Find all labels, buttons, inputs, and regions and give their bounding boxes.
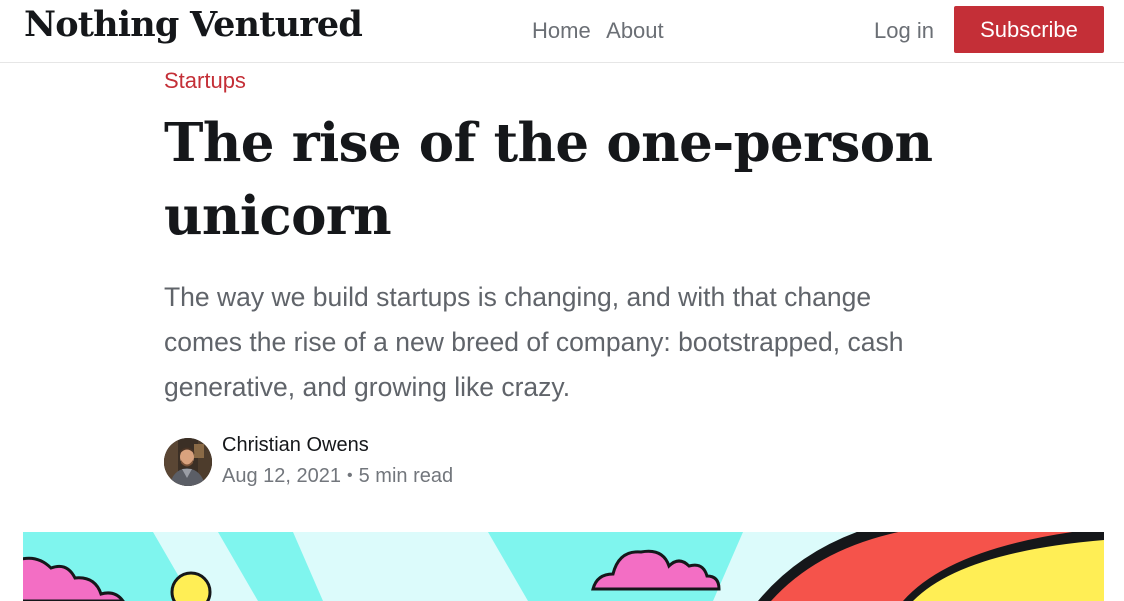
feature-image [23, 532, 1104, 601]
feature-illustration [23, 532, 1104, 601]
nav-item-about[interactable]: About [606, 18, 664, 43]
author-name-link[interactable]: Christian Owens [222, 434, 369, 457]
article-meta: Aug 12, 2021 • 5 min read [222, 465, 453, 488]
main-nav: Home About [532, 18, 675, 44]
site-title-link[interactable]: Nothing Ventured [24, 4, 363, 45]
publish-date: Aug 12, 2021 [222, 465, 341, 487]
login-link[interactable]: Log in [874, 18, 934, 44]
site-header: Nothing Ventured Home About Log in Subsc… [0, 0, 1124, 63]
author-photo [164, 438, 212, 486]
nav-item-home[interactable]: Home [532, 18, 591, 43]
article-excerpt: The way we build startups is changing, a… [164, 282, 904, 402]
category-tag-link[interactable]: Startups [164, 68, 246, 94]
meta-separator-icon: • [347, 467, 353, 484]
page: Nothing Ventured Home About Log in Subsc… [0, 0, 1124, 601]
subscribe-button[interactable]: Subscribe [954, 6, 1104, 53]
article-title: The rise of the one-person unicorn [164, 112, 933, 247]
reading-time: 5 min read [358, 465, 454, 487]
author-avatar[interactable] [164, 438, 212, 486]
